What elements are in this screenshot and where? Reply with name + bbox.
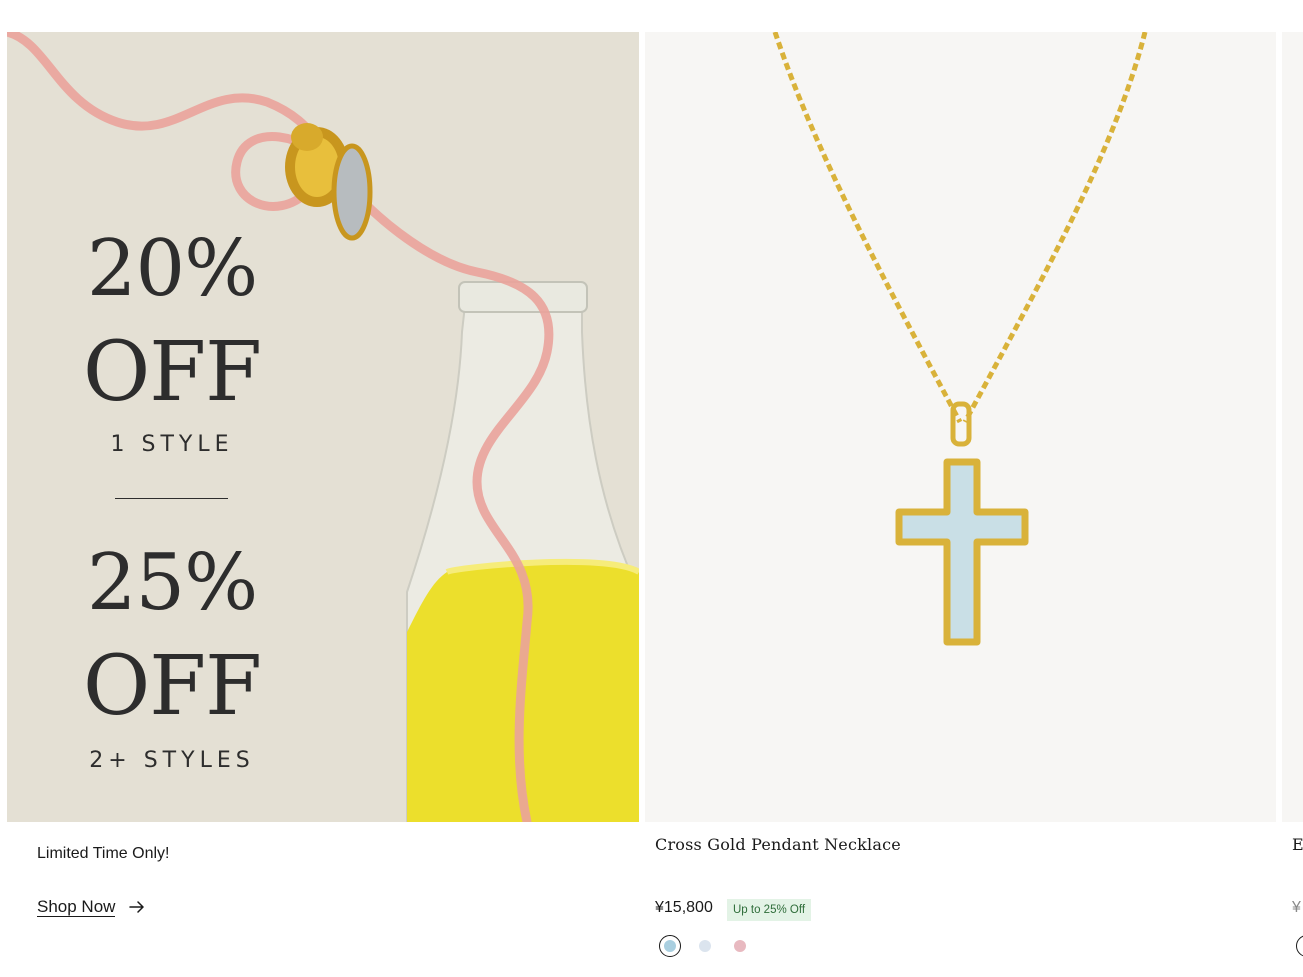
product-name[interactable]: Cross Gold Pendant Necklace <box>655 835 901 854</box>
shop-now-link[interactable]: Shop Now <box>37 897 145 917</box>
swatch-pink[interactable] <box>729 935 751 957</box>
promo-text-block: 20% OFF 1 STYLE 25% OFF 2+ STYLES <box>7 32 337 822</box>
discount-badge: Up to 25% Off <box>727 899 812 921</box>
next-product-image[interactable] <box>1282 32 1303 822</box>
product-price: ¥15,800 <box>655 899 713 916</box>
promo-divider <box>115 498 228 499</box>
next-product-swatch[interactable] <box>1296 935 1303 957</box>
promo-condition-1: 1 STYLE <box>110 432 234 457</box>
promo-off-2: OFF <box>82 639 262 734</box>
swatch-dot <box>734 940 746 952</box>
swatch-light-blue[interactable] <box>659 935 681 957</box>
promo-off-1: OFF <box>82 325 262 420</box>
swatch-dot <box>664 940 676 952</box>
product-image[interactable] <box>645 32 1276 822</box>
next-product-name[interactable]: E <box>1292 835 1303 854</box>
promo-banner-image[interactable]: 20% OFF 1 STYLE 25% OFF 2+ STYLES <box>7 32 639 822</box>
next-product-price: ¥ <box>1292 899 1301 916</box>
swatch-dot <box>699 940 711 952</box>
shop-now-label: Shop Now <box>37 897 116 917</box>
promo-caption: Limited Time Only! <box>37 845 170 862</box>
promo-condition-2: 2+ STYLES <box>89 748 255 773</box>
swatch-pale-blue[interactable] <box>694 935 716 957</box>
promo-discount-1: 20% <box>86 224 258 314</box>
arrow-right-icon <box>129 901 145 913</box>
necklace-illustration <box>772 32 1148 646</box>
color-swatches <box>659 935 764 957</box>
promo-discount-2: 25% <box>86 538 258 628</box>
